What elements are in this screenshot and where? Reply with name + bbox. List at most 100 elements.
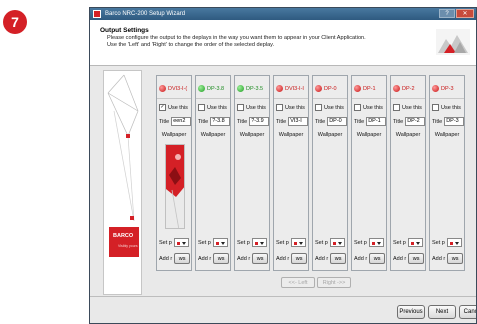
set-position-label: Set p [159,239,172,246]
add-row: Add r ws [393,253,425,264]
column-divider [235,98,269,99]
page-title: Output Settings [100,27,149,34]
add-label: Add r [393,255,407,262]
title-label: Title [237,118,248,125]
position-dropdown[interactable] [173,238,189,247]
position-dropdown[interactable] [407,238,423,247]
title-input[interactable]: een2 [171,117,191,126]
status-dot-icon [393,85,400,92]
display-header: DP-1 [354,85,376,92]
use-this-checkbox[interactable] [237,104,244,111]
wallpaper-label: Wallpaper [278,132,304,138]
ws-button[interactable]: ws [291,253,308,264]
wizard-header: Output Settings Please configure the out… [90,20,476,66]
use-this-checkbox[interactable] [432,104,439,111]
move-left-button[interactable]: <<- Left [281,277,315,288]
title-input[interactable]: VI3-I [288,117,308,126]
ws-button[interactable]: ws [213,253,230,264]
status-dot-icon [315,85,322,92]
use-this-checkbox[interactable] [354,104,361,111]
set-position-label: Set p [354,239,367,246]
use-this-row: Use this [432,104,461,111]
add-row: Add r ws [198,253,230,264]
display-column: DP-3 Use this Title DP-3 Wallpaper Set p Add r… [429,75,465,271]
use-this-row: Use this [393,104,422,111]
wallpaper-preview [165,144,185,229]
use-this-row: Use this [198,104,227,111]
use-this-row: Use this [315,104,344,111]
barco-side-banner: BARCO Visibly yours [103,70,142,295]
use-this-checkbox[interactable] [198,104,205,111]
status-dot-icon [237,85,244,92]
ws-button[interactable]: ws [369,253,386,264]
title-label: Title [315,118,326,125]
setup-wizard-window: Barco NRC-200 Setup Wizard ? ✕ Output Se… [89,7,477,324]
column-divider [313,98,347,99]
position-dropdown[interactable] [212,238,228,247]
set-position-label: Set p [393,239,406,246]
display-column: DP-2 Use this Title DP-2 Wallpaper Set p Add r… [390,75,426,271]
use-this-row: Use this [237,104,266,111]
position-dropdown[interactable] [368,238,384,247]
use-this-checkbox[interactable] [276,104,283,111]
window-title: Barco NRC-200 Setup Wizard [105,11,186,17]
add-label: Add r [198,255,212,262]
position-dropdown[interactable] [329,238,345,247]
network-graphic-icon [107,74,139,222]
display-name: DP-3.5 [246,85,264,92]
title-input[interactable]: DP-3 [444,117,464,126]
add-row: Add r ws [237,253,269,264]
use-this-checkbox[interactable] [315,104,322,111]
barco-logo: BARCO [109,227,139,257]
use-this-label: Use this [207,104,227,111]
ws-button[interactable]: ws [174,253,191,264]
display-name: DP-3.8 [207,85,225,92]
position-dropdown[interactable] [290,238,306,247]
help-button[interactable]: ? [439,9,455,18]
title-row: Title DP-3 [432,117,464,126]
title-row: Title ?-3.9 [237,117,269,126]
ws-button[interactable]: ws [447,253,464,264]
display-name: DP-2 [402,85,415,92]
next-button[interactable]: Next [428,305,456,319]
use-this-checkbox[interactable]: ✓ [159,104,166,111]
title-input[interactable]: DP-0 [327,117,347,126]
title-row: Title ?-3.8 [198,117,230,126]
ws-button[interactable]: ws [330,253,347,264]
column-divider [196,98,230,99]
add-label: Add r [276,255,290,262]
wallpaper-label: Wallpaper [317,132,343,138]
move-right-button[interactable]: Right ->> [317,277,351,288]
position-dropdown[interactable] [446,238,462,247]
add-label: Add r [354,255,368,262]
display-column: DP-0 Use this Title DP-0 Wallpaper Set p Add r… [312,75,348,271]
use-this-checkbox[interactable] [393,104,400,111]
set-position-label: Set p [432,239,445,246]
mountain-logo-icon [436,29,470,55]
title-label: Title [198,118,209,125]
add-label: Add r [159,255,173,262]
description-line-2: Use the 'Left' and 'Right' to change the… [107,42,275,48]
cancel-button[interactable]: Cancel [459,305,476,319]
set-position-row: Set p [237,238,267,247]
title-bar[interactable]: Barco NRC-200 Setup Wizard ? ✕ [90,8,476,20]
position-dropdown[interactable] [251,238,267,247]
title-row: Title VI3-I [276,117,308,126]
ws-button[interactable]: ws [408,253,425,264]
wallpaper-label: Wallpaper [161,132,187,138]
display-name: DP-1 [363,85,376,92]
display-header: DP-3.8 [198,85,224,92]
title-input[interactable]: ?-3.9 [249,117,269,126]
add-label: Add r [432,255,446,262]
display-column: DVI3-I-I Use this Title VI3-I Wallpaper Set p… [273,75,309,271]
title-input[interactable]: DP-1 [366,117,386,126]
ws-button[interactable]: ws [252,253,269,264]
title-input[interactable]: ?-3.8 [210,117,230,126]
title-input[interactable]: DP-2 [405,117,425,126]
title-row: Title DP-1 [354,117,386,126]
previous-button[interactable]: Previous [397,305,425,319]
set-position-row: Set p [315,238,345,247]
close-button[interactable]: ✕ [456,9,474,18]
use-this-label: Use this [441,104,461,111]
step-number-badge: 7 [3,10,27,34]
